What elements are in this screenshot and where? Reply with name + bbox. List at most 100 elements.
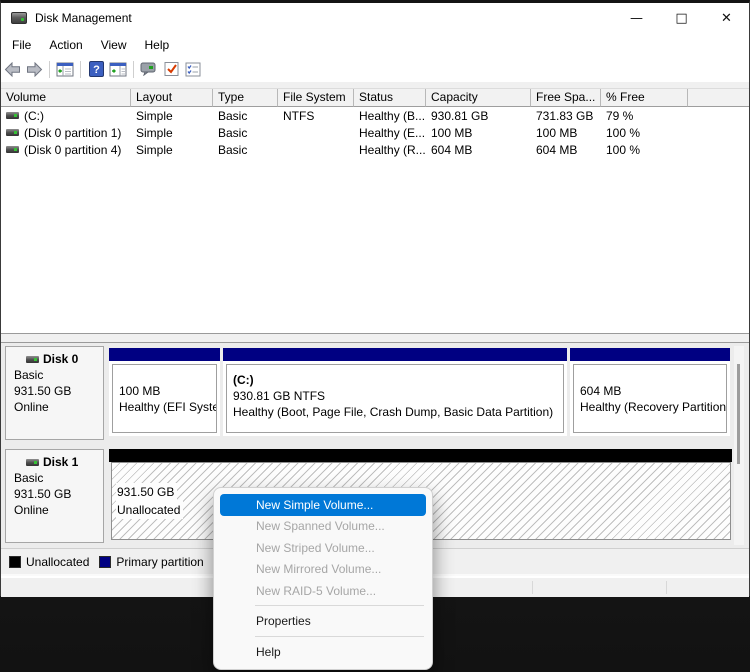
maximize-button[interactable]: □ [659,3,704,33]
table-row[interactable]: (Disk 0 partition 4) Simple Basic Health… [1,141,749,158]
table-row[interactable]: (Disk 0 partition 1) Simple Basic Health… [1,124,749,141]
cell-type: Basic [213,126,278,140]
menu-item-help[interactable]: Help [220,640,426,664]
column-header-layout[interactable]: Layout [131,89,213,107]
help-icon[interactable]: ? [86,60,106,78]
partition-status: Healthy (EFI System [119,399,216,415]
column-header-blank [688,89,749,107]
toolbar-separator [80,61,81,78]
cell-capacity: 604 MB [426,143,531,157]
disk-state: Online [14,399,103,415]
cell-pct-free: 100 % [601,126,688,140]
menu-action[interactable]: Action [40,36,91,54]
disk-state: Online [14,502,103,518]
primary-partition-band [109,348,220,361]
cell-free-space: 100 MB [531,126,601,140]
menu-item-new-striped-volume: New Striped Volume... [220,537,426,559]
title-bar: Disk Management — □ ✕ [1,3,749,33]
cell-status: Healthy (R... [354,143,426,157]
legend-label: Unallocated [26,555,89,569]
menu-item-new-simple-volume[interactable]: New Simple Volume... [220,494,426,516]
column-header-pct-free[interactable]: % Free [601,89,688,107]
show-console-tree-icon[interactable] [55,60,75,78]
cell-volume: (C:) [24,109,44,123]
window-title: Disk Management [35,11,132,25]
unallocated-band [109,449,732,462]
column-header-status[interactable]: Status [354,89,426,107]
table-row[interactable]: (C:) Simple Basic NTFS Healthy (B... 930… [1,107,749,124]
status-divider [666,581,667,594]
primary-partition-band [223,348,567,361]
menu-view[interactable]: View [92,36,136,54]
cell-capacity: 930.81 GB [426,109,531,123]
scrollbar-thumb[interactable] [737,364,740,464]
legend-item-primary-partition: Primary partition [99,555,203,569]
cell-free-space: 731.83 GB [531,109,601,123]
partition-size: 604 MB [580,383,726,399]
task-list-icon[interactable] [183,60,203,78]
primary-partition-band [570,348,730,361]
menu-help[interactable]: Help [136,36,179,54]
window-controls: — □ ✕ [614,3,749,33]
disk-size: 931.50 GB [14,383,103,399]
partition-size: 930.81 GB NTFS [233,388,563,404]
validate-icon[interactable] [161,60,181,78]
disk-app-icon [11,12,27,24]
partition-letter: (C:) [233,372,563,388]
cell-type: Basic [213,143,278,157]
vertical-scrollbar[interactable] [734,346,744,545]
cell-status: Healthy (E... [354,126,426,140]
disk-size: 931.50 GB [14,486,103,502]
unallocated-swatch [9,556,21,568]
forward-icon[interactable] [24,60,44,78]
menu-file[interactable]: File [3,36,40,54]
back-icon[interactable] [2,60,22,78]
menu-separator [255,636,424,637]
cell-layout: Simple [131,143,213,157]
menu-bar: File Action View Help [1,33,749,56]
close-button[interactable]: ✕ [704,3,749,33]
disk0-partition-recovery[interactable]: 604 MB Healthy (Recovery Partition) [570,348,730,436]
cell-volume: (Disk 0 partition 1) [24,126,121,140]
volume-icon [6,129,19,136]
cell-pct-free: 79 % [601,109,688,123]
disk-icon [26,356,39,363]
disk-kind: Basic [14,367,103,383]
svg-text:?: ? [93,64,100,76]
column-header-free-space[interactable]: Free Spa... [531,89,601,107]
column-header-volume[interactable]: Volume [1,89,131,107]
popup-window-icon[interactable] [139,60,159,78]
volume-icon [6,112,19,119]
disk1-label[interactable]: Disk 1 Basic 931.50 GB Online [5,449,104,543]
cell-pct-free: 100 % [601,143,688,157]
desktop: Disk Management — □ ✕ File Action View H… [0,0,750,672]
toolbar: ? [1,56,749,82]
disk0-partition-efi[interactable]: 100 MB Healthy (EFI System [109,348,220,436]
menu-item-new-mirrored-volume: New Mirrored Volume... [220,559,426,581]
partition-status: Healthy (Boot, Page File, Crash Dump, Ba… [233,404,563,420]
show-action-pane-icon[interactable] [108,60,128,78]
disk0-label[interactable]: Disk 0 Basic 931.50 GB Online [5,346,104,440]
toolbar-separator [49,61,50,78]
partition-status: Healthy (Recovery Partition) [580,399,726,415]
disk0-partition-c[interactable]: (C:) 930.81 GB NTFS Healthy (Boot, Page … [223,348,567,436]
toolbar-separator [133,61,134,78]
disk-icon [26,459,39,466]
volume-list-pane: Volume Layout Type File System Status Ca… [1,89,749,333]
cell-status: Healthy (B... [354,109,426,123]
legend-label: Primary partition [116,555,203,569]
column-header-file-system[interactable]: File System [278,89,354,107]
pane-splitter[interactable] [1,333,749,343]
cell-volume: (Disk 0 partition 4) [24,143,121,157]
column-header-type[interactable]: Type [213,89,278,107]
volume-table-header: Volume Layout Type File System Status Ca… [1,89,749,107]
partition-size: 100 MB [119,383,216,399]
cell-type: Basic [213,109,278,123]
legend-item-unallocated: Unallocated [9,555,89,569]
cell-file-system: NTFS [278,109,354,123]
minimize-button[interactable]: — [614,3,659,33]
menu-item-properties[interactable]: Properties [220,609,426,633]
volume-icon [6,146,19,153]
disk-kind: Basic [14,470,103,486]
column-header-capacity[interactable]: Capacity [426,89,531,107]
